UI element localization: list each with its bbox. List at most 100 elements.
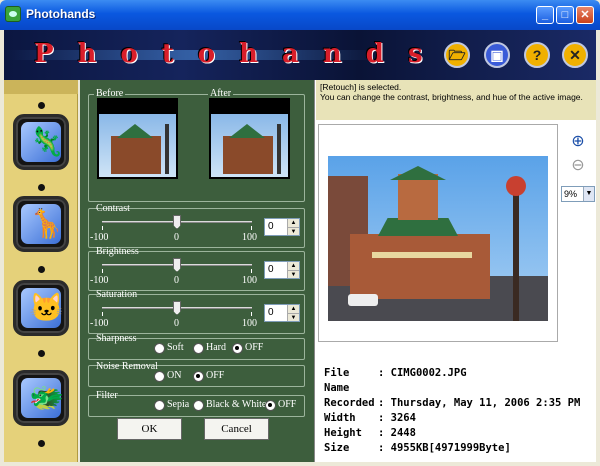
file-info-key: Height xyxy=(324,427,362,439)
sidebar-dot xyxy=(38,440,45,447)
close-icon[interactable]: ✕ xyxy=(562,42,588,68)
sidebar-dot xyxy=(38,184,45,191)
file-info-sep: : xyxy=(378,442,391,454)
tool-giraffe[interactable]: 🦒 xyxy=(13,196,69,252)
file-info-row: File Name : CIMG0002.JPG xyxy=(324,366,594,396)
file-info-key: Size xyxy=(324,442,350,454)
before-thumbnail xyxy=(97,98,178,179)
file-info-value: 3264 xyxy=(390,412,416,424)
file-info-value: Thursday, May 11, 2006 2:35 PM xyxy=(390,397,581,409)
zoom-select[interactable]: 9% ▼ xyxy=(561,186,595,202)
file-info-key: Width xyxy=(324,412,356,424)
slider-max-label: 100 xyxy=(242,275,257,286)
maximize-icon[interactable]: □ xyxy=(556,6,574,24)
filter-label: Filter xyxy=(96,390,118,401)
slider-value-input[interactable]: 0 ▲ ▼ xyxy=(264,218,300,236)
file-info-row: Size : 4955KB[4971999Byte] xyxy=(324,441,594,456)
file-info-row: Width : 3264 xyxy=(324,411,594,426)
spin-up-icon[interactable]: ▲ xyxy=(287,305,299,313)
app-banner: Photohands 🗁 ▣ ? ✕ xyxy=(4,30,596,80)
zoom-in-icon[interactable]: ⊕ xyxy=(567,131,589,153)
retouch-panel: Before After Contrast -100 0 100 0 ▲ ▼ B… xyxy=(80,80,314,462)
title-bar[interactable]: Photohands _ □ ✕ xyxy=(0,0,600,30)
slider-min-label: -100 xyxy=(90,275,109,286)
noise-removal-label: Noise Removal xyxy=(96,361,158,372)
info-line-2: You can change the contrast, brightness,… xyxy=(320,92,583,102)
zoom-out-icon[interactable]: ⊖ xyxy=(567,155,589,177)
file-info-row: Recorded : Thursday, May 11, 2006 2:35 P… xyxy=(324,396,594,411)
tool-sidebar: 🦎 🦒 🐱 🐲 xyxy=(4,80,78,462)
tool-bg: 🦎 xyxy=(21,122,64,162)
zoom-value: 9% xyxy=(564,189,578,199)
slider-mid-label: 0 xyxy=(174,318,179,329)
slider-min-label: -100 xyxy=(90,318,109,329)
spin-down-icon[interactable]: ▼ xyxy=(287,313,299,321)
chevron-down-icon: ▼ xyxy=(583,187,594,201)
sharpness-label: Sharpness xyxy=(96,333,137,344)
file-info-key: File Name xyxy=(324,367,350,394)
filter-bw-radio[interactable]: Black & White xyxy=(193,399,266,411)
save-icon[interactable]: ▣ xyxy=(484,42,510,68)
giraffe-icon: 🦒 xyxy=(29,208,64,239)
after-thumbnail xyxy=(209,98,290,179)
slider-value: 0 xyxy=(268,221,274,232)
spin-down-icon[interactable]: ▼ xyxy=(287,227,299,235)
tool-bg: 🦒 xyxy=(21,204,64,244)
slider-value-input[interactable]: 0 ▲ ▼ xyxy=(264,304,300,322)
active-photo[interactable] xyxy=(328,156,548,321)
slider-label: Brightness xyxy=(96,246,139,257)
sidebar-dot xyxy=(38,102,45,109)
chameleon-icon: 🦎 xyxy=(29,126,64,157)
noise-off-radio[interactable]: OFF xyxy=(193,370,224,382)
slider-mid-label: 0 xyxy=(174,275,179,286)
help-icon[interactable]: ? xyxy=(524,42,550,68)
photohands-app-icon xyxy=(5,6,21,22)
file-info-sep: : xyxy=(378,412,391,424)
slider-min-label: -100 xyxy=(90,232,109,243)
close-icon[interactable]: ✕ xyxy=(576,6,594,24)
file-info-sep: : xyxy=(378,397,391,409)
spin-up-icon[interactable]: ▲ xyxy=(287,219,299,227)
file-info-key: Recorded xyxy=(324,397,375,409)
cancel-button[interactable]: Cancel xyxy=(204,418,269,440)
window-title: Photohands xyxy=(26,7,96,21)
slider-value: 0 xyxy=(268,307,274,318)
spin-down-icon[interactable]: ▼ xyxy=(287,270,299,278)
file-info-value: 4955KB[4971999Byte] xyxy=(390,442,511,454)
tool-cat[interactable]: 🐱 xyxy=(13,280,69,336)
info-line-1: [Retouch] is selected. xyxy=(320,82,402,92)
logo: Photohands xyxy=(34,39,447,69)
tool-dragon[interactable]: 🐲 xyxy=(13,370,69,426)
sharpness-hard-radio[interactable]: Hard xyxy=(193,342,226,354)
sharpness-soft-radio[interactable]: Soft xyxy=(154,342,184,354)
file-info-sep: : xyxy=(378,367,391,379)
file-info-value: CIMG0002.JPG xyxy=(390,367,467,379)
slider-label: Saturation xyxy=(96,289,138,300)
filter-sepia-radio[interactable]: Sepia xyxy=(154,399,189,411)
slider-value: 0 xyxy=(268,264,274,275)
dragon-icon: 🐲 xyxy=(29,382,64,413)
tool-bg: 🐱 xyxy=(21,288,64,328)
slider-max-label: 100 xyxy=(242,232,257,243)
file-info-row: Height : 2448 xyxy=(324,426,594,441)
filter-off-radio[interactable]: OFF xyxy=(265,399,296,411)
noise-on-radio[interactable]: ON xyxy=(154,370,181,382)
slider-max-label: 100 xyxy=(242,318,257,329)
sharpness-off-radio[interactable]: OFF xyxy=(232,342,263,354)
slider-mid-label: 0 xyxy=(174,232,179,243)
sidebar-dot xyxy=(38,266,45,273)
slider-value-input[interactable]: 0 ▲ ▼ xyxy=(264,261,300,279)
sidebar-dot xyxy=(38,350,45,357)
open-folder-icon[interactable]: 🗁 xyxy=(444,42,470,68)
slider-label: Contrast xyxy=(96,203,130,214)
file-info: File Name : CIMG0002.JPG Recorded : Thur… xyxy=(324,366,594,456)
file-info-sep: : xyxy=(378,427,391,439)
cat-icon: 🐱 xyxy=(29,292,64,323)
tool-bg: 🐲 xyxy=(21,378,64,418)
minimize-icon[interactable]: _ xyxy=(536,6,554,24)
tool-chameleon[interactable]: 🦎 xyxy=(13,114,69,170)
ok-button[interactable]: OK xyxy=(117,418,182,440)
info-message: [Retouch] is selected. You can change th… xyxy=(316,80,596,120)
spin-up-icon[interactable]: ▲ xyxy=(287,262,299,270)
file-info-value: 2448 xyxy=(390,427,416,439)
